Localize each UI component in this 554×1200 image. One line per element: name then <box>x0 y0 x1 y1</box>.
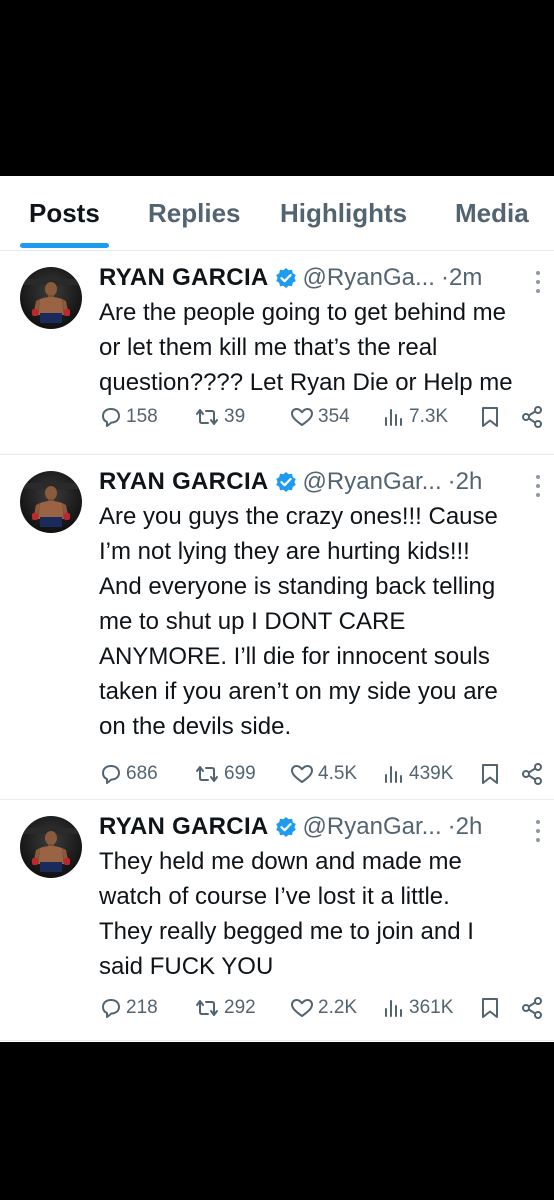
author-handle[interactable]: @RyanGa... <box>303 264 435 291</box>
reply-icon <box>102 408 120 427</box>
separator-dot: · <box>447 813 456 840</box>
more-options-icon[interactable] <box>534 271 542 293</box>
repost-icon <box>196 1000 218 1016</box>
avatar-image <box>20 483 82 527</box>
share-button[interactable] <box>520 759 544 789</box>
bookmark-icon <box>482 764 498 784</box>
like-icon <box>291 765 313 783</box>
tweet[interactable]: RYAN GARCIA @RyanGa... ·2m Are the people … <box>0 251 554 455</box>
like-button[interactable]: 354 <box>289 402 350 432</box>
tweet-actions: 218 292 2.2K 361K <box>99 993 549 1023</box>
bookmark-button[interactable] <box>478 993 502 1023</box>
views-icon <box>385 409 402 426</box>
repost-count: 699 <box>224 763 256 784</box>
bookmark-icon <box>482 407 498 427</box>
views-icon <box>385 1000 402 1017</box>
tweet-actions: 158 39 354 7.3K <box>99 402 549 432</box>
repost-icon <box>196 766 218 782</box>
profile-timeline: Posts Replies Highlights Media RYAN GARC… <box>0 176 554 1042</box>
tweet-text: Are you guys the crazy ones!!! Cause I’m… <box>99 503 498 740</box>
share-button[interactable] <box>520 993 544 1023</box>
author-name[interactable]: RYAN GARCIA <box>99 468 269 495</box>
like-count: 4.5K <box>318 763 358 784</box>
author-name[interactable]: RYAN GARCIA <box>99 813 269 840</box>
avatar[interactable] <box>20 471 82 533</box>
share-icon <box>522 406 542 428</box>
tab-posts[interactable]: Posts <box>29 198 100 229</box>
like-button[interactable]: 4.5K <box>289 759 357 789</box>
like-button[interactable]: 2.2K <box>289 993 357 1023</box>
bookmark-icon <box>482 998 498 1018</box>
reply-count: 686 <box>126 763 158 784</box>
share-icon <box>522 997 542 1019</box>
more-options-icon[interactable] <box>534 820 542 842</box>
tweet-actions: 686 699 4.5K 439K <box>99 759 549 789</box>
verified-badge-icon <box>275 472 296 492</box>
tweet-timestamp[interactable]: 2m <box>449 264 482 291</box>
reply-button[interactable]: 686 <box>99 759 158 789</box>
view-count: 361K <box>409 997 454 1018</box>
avatar[interactable] <box>20 267 82 329</box>
tweet-header: RYAN GARCIA @RyanGa... ·2m <box>99 261 482 295</box>
more-options-icon[interactable] <box>534 475 542 497</box>
repost-button[interactable]: 39 <box>193 402 245 432</box>
tweet-timestamp[interactable]: 2h <box>456 813 483 840</box>
views-button[interactable]: 439K <box>382 759 453 789</box>
views-button[interactable]: 361K <box>382 993 453 1023</box>
tweet-header: RYAN GARCIA @RyanGar... ·2h <box>99 465 482 499</box>
separator-dot: · <box>440 264 449 291</box>
separator-dot: · <box>447 468 456 495</box>
tab-media[interactable]: Media <box>455 198 529 229</box>
tweet[interactable]: RYAN GARCIA @RyanGar... ·2h They held me d… <box>0 800 554 1041</box>
views-button[interactable]: 7.3K <box>382 402 448 432</box>
reply-count: 158 <box>126 406 158 427</box>
verified-badge-icon <box>275 268 296 288</box>
reply-button[interactable]: 158 <box>99 402 158 432</box>
views-icon <box>385 766 402 783</box>
repost-button[interactable]: 699 <box>193 759 256 789</box>
like-icon <box>291 999 313 1017</box>
tab-highlights[interactable]: Highlights <box>280 198 407 229</box>
avatar-image <box>20 279 82 323</box>
tweet-text: Are the people going to get behind me or… <box>99 299 513 396</box>
view-count: 439K <box>409 763 454 784</box>
author-name[interactable]: RYAN GARCIA <box>99 264 269 291</box>
bookmark-button[interactable] <box>478 759 502 789</box>
reply-count: 218 <box>126 997 158 1018</box>
reply-icon <box>102 765 120 784</box>
like-count: 354 <box>318 406 350 427</box>
reply-button[interactable]: 218 <box>99 993 158 1023</box>
active-tab-indicator <box>20 243 109 248</box>
tweet-timestamp[interactable]: 2h <box>456 468 483 495</box>
reply-icon <box>102 999 120 1018</box>
tab-replies[interactable]: Replies <box>148 198 241 229</box>
repost-count: 39 <box>224 406 246 427</box>
author-handle[interactable]: @RyanGar... <box>303 468 442 495</box>
avatar[interactable] <box>20 816 82 878</box>
share-button[interactable] <box>520 402 544 432</box>
share-icon <box>522 763 542 785</box>
tweet-header: RYAN GARCIA @RyanGar... ·2h <box>99 810 482 844</box>
repost-button[interactable]: 292 <box>193 993 256 1023</box>
repost-icon <box>196 409 218 425</box>
tweet-text: They held me down and made me watch of c… <box>99 848 474 980</box>
profile-tabs: Posts Replies Highlights Media <box>0 176 554 251</box>
repost-count: 292 <box>224 997 256 1018</box>
author-handle[interactable]: @RyanGar... <box>303 813 442 840</box>
avatar-image <box>20 828 82 872</box>
bookmark-button[interactable] <box>478 402 502 432</box>
verified-badge-icon <box>275 817 296 837</box>
like-count: 2.2K <box>318 997 358 1018</box>
view-count: 7.3K <box>409 406 449 427</box>
tweet[interactable]: RYAN GARCIA @RyanGar... ·2h Are you guys t… <box>0 455 554 800</box>
like-icon <box>291 408 313 426</box>
